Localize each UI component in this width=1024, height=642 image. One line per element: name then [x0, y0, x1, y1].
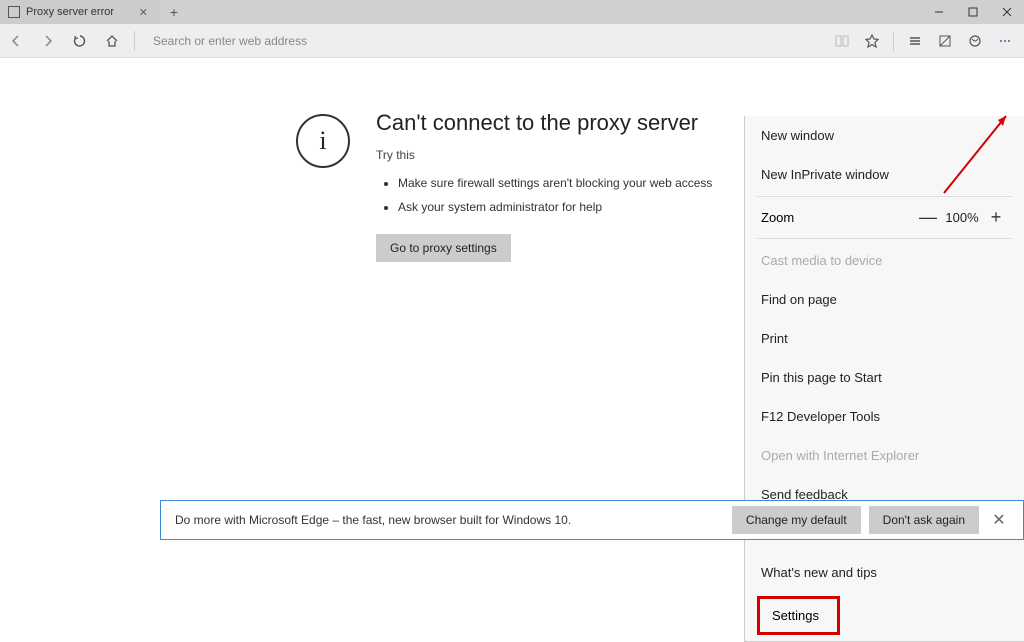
default-browser-bar: Do more with Microsoft Edge – the fast, …	[160, 500, 1024, 540]
menu-cast: Cast media to device	[745, 241, 1024, 280]
title-bar: Proxy server error ✕ +	[0, 0, 1024, 24]
more-icon[interactable]	[990, 24, 1020, 58]
close-tab-icon[interactable]: ✕	[135, 6, 152, 19]
more-menu: New window New InPrivate window Zoom — 1…	[744, 116, 1024, 642]
menu-print[interactable]: Print	[745, 319, 1024, 358]
menu-find[interactable]: Find on page	[745, 280, 1024, 319]
menu-pin[interactable]: Pin this page to Start	[745, 358, 1024, 397]
share-icon[interactable]	[960, 24, 990, 58]
change-default-button[interactable]: Change my default	[732, 506, 861, 534]
error-body: Can't connect to the proxy server Try th…	[376, 110, 712, 262]
address-placeholder: Search or enter web address	[153, 34, 307, 48]
address-bar[interactable]: Search or enter web address	[145, 28, 827, 54]
webnote-icon[interactable]	[930, 24, 960, 58]
close-bar-icon[interactable]: ✕	[985, 510, 1013, 530]
zoom-in-button[interactable]: +	[982, 207, 1010, 228]
menu-zoom: Zoom — 100% +	[745, 199, 1024, 236]
menu-whatsnew[interactable]: What's new and tips	[745, 553, 1024, 592]
menu-divider	[757, 196, 1012, 197]
menu-settings[interactable]: Settings	[757, 596, 840, 635]
maximize-button[interactable]	[956, 0, 990, 24]
tab-title: Proxy server error	[26, 6, 114, 18]
browser-tab[interactable]: Proxy server error ✕	[0, 0, 160, 24]
minimize-button[interactable]	[922, 0, 956, 24]
menu-ie: Open with Internet Explorer	[745, 436, 1024, 475]
info-icon: i	[296, 114, 350, 168]
suggestion-list: Make sure firewall settings aren't block…	[376, 176, 712, 214]
hub-icon[interactable]	[900, 24, 930, 58]
suggestion-item: Make sure firewall settings aren't block…	[398, 176, 712, 190]
toolbar-separator-2	[893, 31, 894, 51]
menu-new-inprivate[interactable]: New InPrivate window	[745, 155, 1024, 194]
new-tab-button[interactable]: +	[160, 0, 188, 24]
back-button[interactable]	[0, 24, 32, 58]
page-content: i Can't connect to the proxy server Try …	[0, 58, 1024, 546]
try-label: Try this	[376, 148, 712, 162]
bar-message: Do more with Microsoft Edge – the fast, …	[175, 513, 724, 527]
proxy-settings-button[interactable]: Go to proxy settings	[376, 234, 511, 262]
suggestion-item: Ask your system administrator for help	[398, 200, 712, 214]
window-controls	[922, 0, 1024, 24]
reading-view-icon[interactable]	[827, 24, 857, 58]
zoom-out-button[interactable]: —	[914, 207, 942, 228]
close-window-button[interactable]	[990, 0, 1024, 24]
refresh-button[interactable]	[64, 24, 96, 58]
toolbar-right	[827, 24, 1024, 58]
forward-button[interactable]	[32, 24, 64, 58]
zoom-value: 100%	[942, 210, 982, 225]
menu-f12[interactable]: F12 Developer Tools	[745, 397, 1024, 436]
toolbar: Search or enter web address	[0, 24, 1024, 58]
home-button[interactable]	[96, 24, 128, 58]
menu-divider	[757, 238, 1012, 239]
error-block: i Can't connect to the proxy server Try …	[296, 110, 712, 262]
dont-ask-button[interactable]: Don't ask again	[869, 506, 979, 534]
toolbar-separator	[134, 31, 135, 51]
menu-new-window[interactable]: New window	[745, 116, 1024, 155]
page-icon	[8, 6, 20, 18]
zoom-label: Zoom	[761, 210, 914, 225]
title-spacer	[188, 0, 922, 24]
favorite-icon[interactable]	[857, 24, 887, 58]
error-title: Can't connect to the proxy server	[376, 110, 712, 136]
